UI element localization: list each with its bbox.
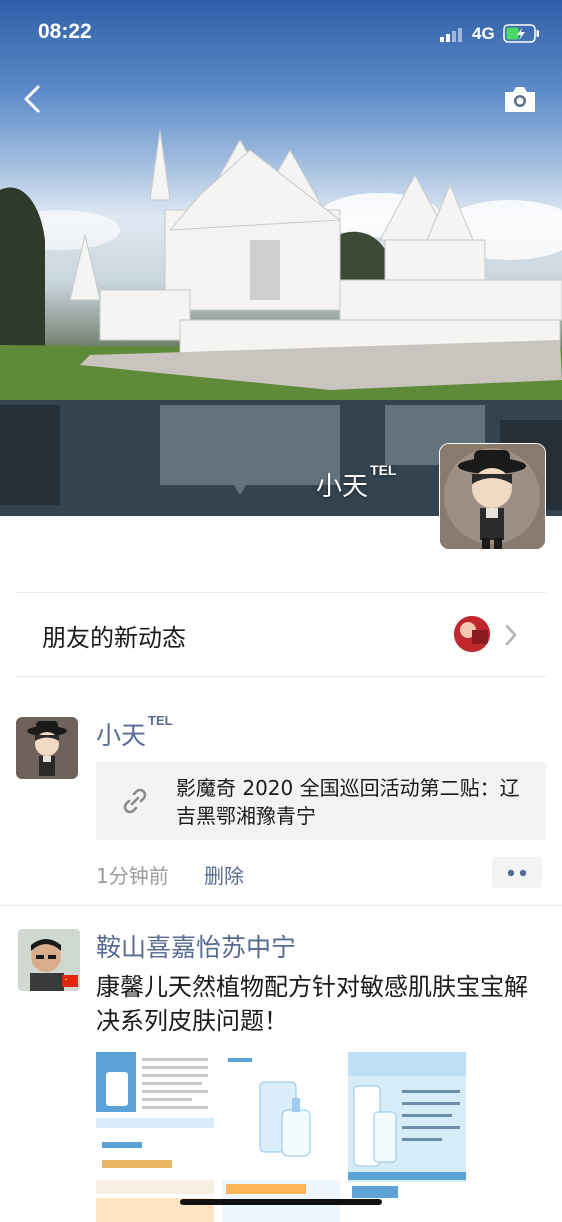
product-flyer-image [96, 1052, 214, 1222]
friend-avatar-image [454, 616, 490, 652]
post-author-name[interactable]: 鞍山喜嘉怡苏中宁 [96, 928, 296, 964]
post-time-ago: 1分钟前 [96, 864, 169, 888]
post-image[interactable] [222, 1052, 340, 1222]
divider [0, 905, 562, 906]
product-info-image [348, 1052, 466, 1222]
divider [16, 592, 546, 593]
cover-avatar[interactable] [439, 443, 546, 550]
battery-icon [503, 24, 539, 43]
camera-icon [505, 87, 535, 112]
home-indicator[interactable] [180, 1199, 382, 1205]
cover-photo[interactable]: 08:22 4G 小天TEL [0, 0, 562, 516]
post-author-tag: TEL [148, 712, 173, 728]
post-author-avatar[interactable] [16, 717, 78, 779]
shared-link-title: 影魔奇 2020 全国巡回活动第二贴：辽吉黑鄂湘豫青宁 [176, 776, 520, 828]
post-author-name-text: 鞍山喜嘉怡苏中宁 [96, 933, 297, 962]
more-dots-icon [507, 869, 527, 876]
avatar-photo-image [18, 929, 80, 991]
avatar-character-image [16, 717, 78, 779]
cover-owner-tag: TEL [370, 462, 397, 479]
temple-scene-image [0, 129, 562, 516]
camera-button[interactable] [500, 82, 540, 116]
link-thumbnail [96, 762, 174, 840]
post-image[interactable] [348, 1052, 466, 1222]
status-time: 08:22 [38, 20, 92, 43]
signal-icon [440, 28, 462, 42]
status-bar: 08:22 4G [0, 0, 562, 70]
cover-owner-name-text: 小天 [316, 472, 369, 502]
post-image-grid [96, 1052, 476, 1222]
link-icon [123, 788, 147, 814]
more-button[interactable] [492, 857, 542, 888]
post-author-name-text: 小天 [96, 721, 147, 750]
post-image[interactable] [96, 1052, 214, 1222]
post-author-avatar[interactable] [18, 929, 80, 991]
shared-link-card[interactable]: 影魔奇 2020 全国巡回活动第二贴：辽吉黑鄂湘豫青宁 [96, 762, 546, 840]
cover-owner-name: 小天TEL [316, 462, 396, 503]
post-author-name[interactable]: 小天TEL [96, 712, 173, 752]
chevron-left-icon [24, 85, 40, 113]
chevron-right-icon [505, 624, 517, 646]
delete-button[interactable]: 删除 [204, 860, 244, 889]
avatar-character-image [440, 444, 545, 549]
friends-updates-label: 朋友的新动态 [42, 624, 186, 652]
product-bottle-image [222, 1052, 340, 1222]
back-button[interactable] [18, 82, 50, 116]
friends-updates-row[interactable]: 朋友的新动态 [0, 594, 562, 676]
friend-avatar [454, 616, 490, 652]
divider [16, 676, 546, 677]
post-text: 康馨儿天然植物配方针对敏感肌肤宝宝解决系列皮肤问题！ [96, 973, 528, 1035]
network-type: 4G [472, 24, 495, 43]
